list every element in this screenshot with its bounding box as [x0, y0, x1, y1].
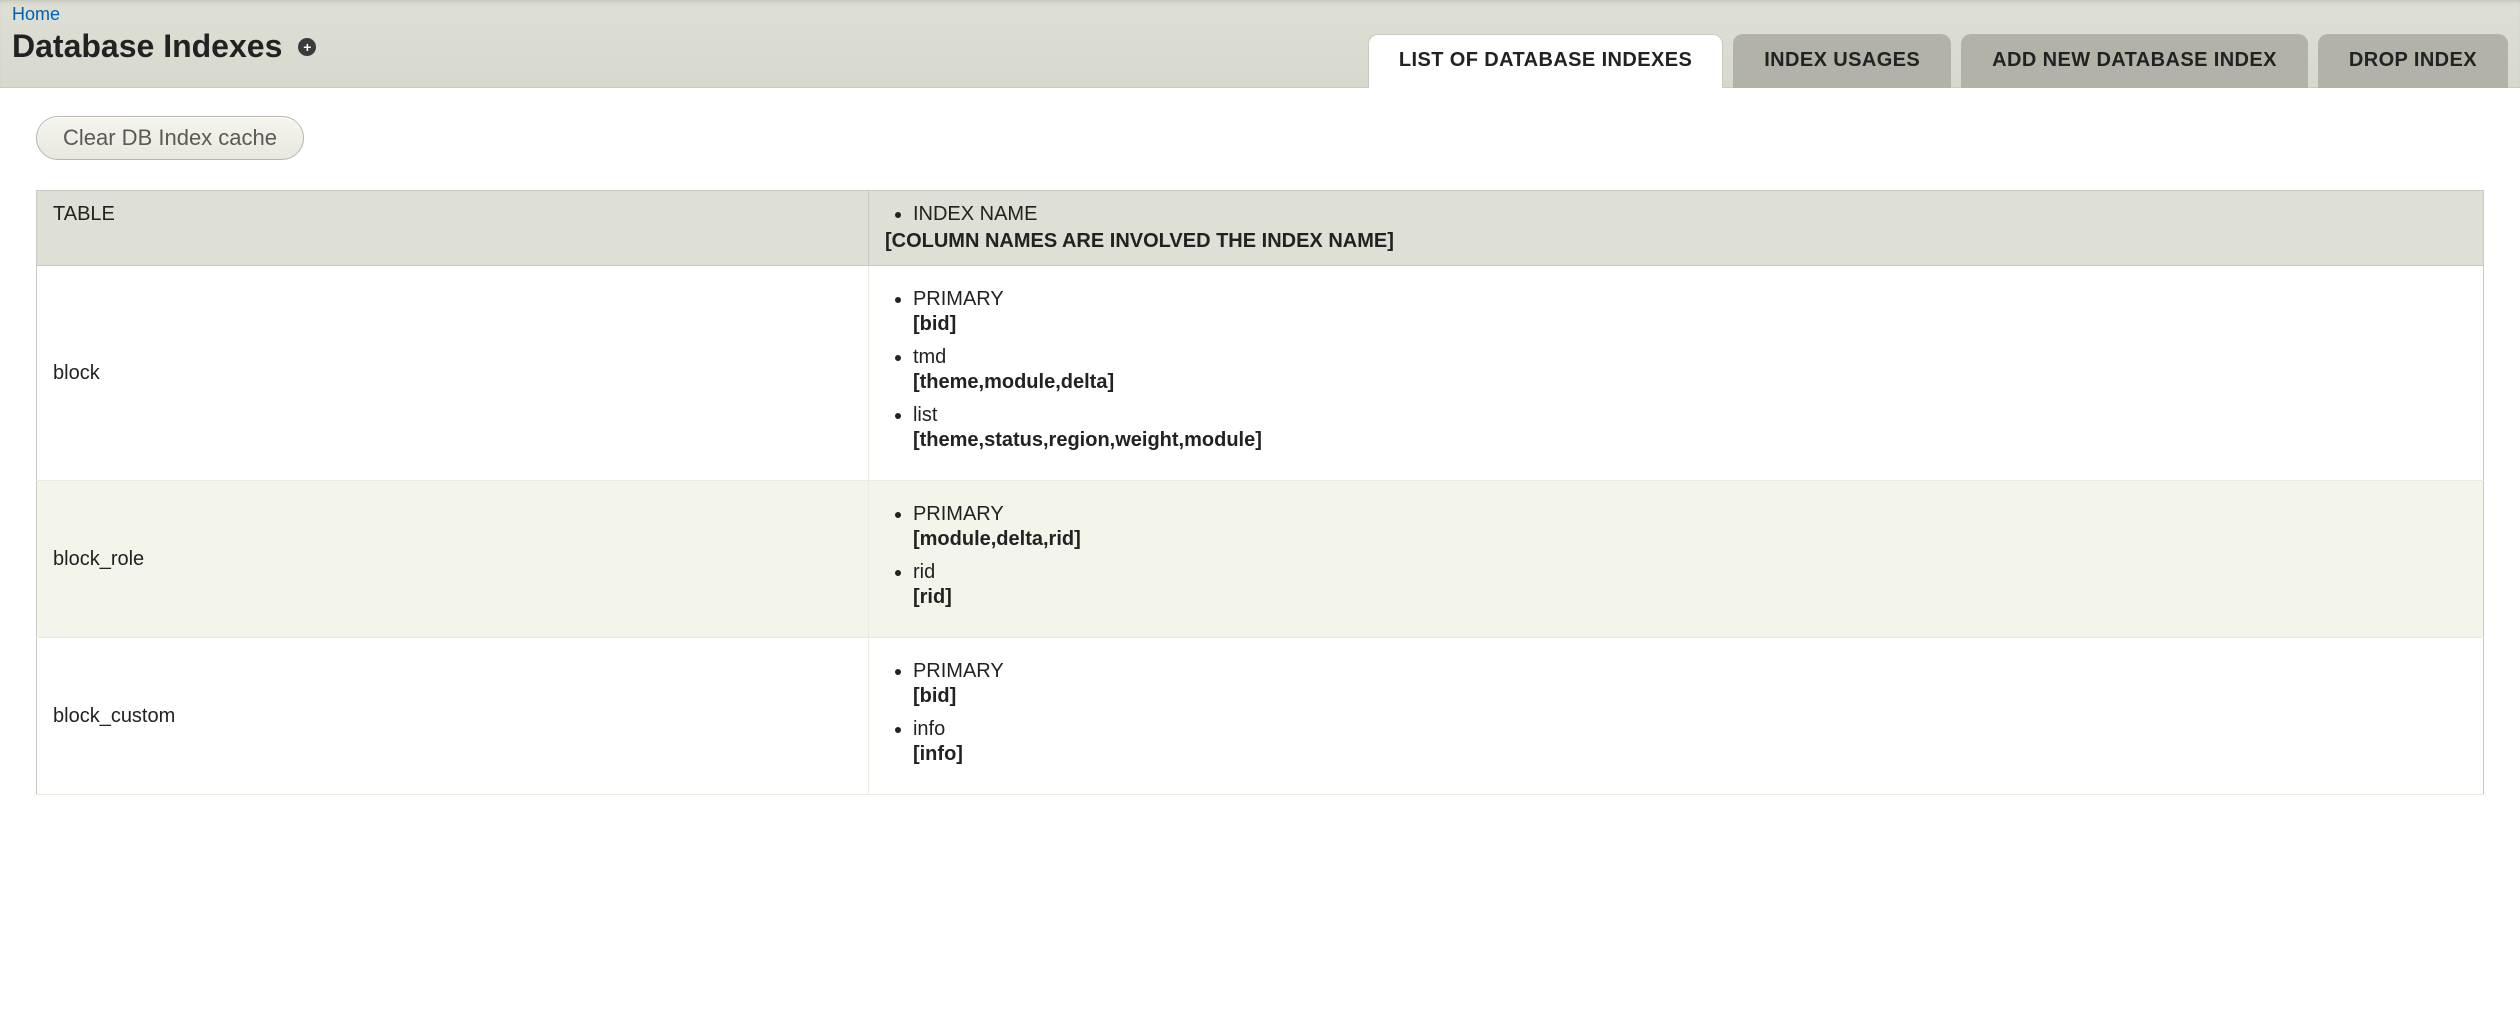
th-index-name: INDEX NAME [COLUMN NAMES ARE INVOLVED TH… — [868, 191, 2483, 266]
index-item: PRIMARY[bid] — [913, 660, 2467, 708]
table-row: block PRIMARY[bid] tmd[theme,module,delta]… — [37, 266, 2484, 481]
table-row: block_role PRIMARY[module,delta,rid] rid[r… — [37, 481, 2484, 638]
index-columns: [module,delta,rid] — [913, 528, 2467, 551]
content-area: Clear DB Index cache TABLE INDEX NAME [C… — [0, 88, 2520, 835]
cell-table-name: block — [37, 266, 869, 481]
th-index-name-sub: [COLUMN NAMES ARE INVOLVED THE INDEX NAM… — [885, 230, 2467, 253]
cell-index-list: PRIMARY[bid]tmd[theme,module,delta]list[… — [868, 266, 2483, 481]
index-name: PRIMARY — [913, 288, 2467, 311]
index-columns: [bid] — [913, 313, 2467, 336]
clear-cache-button[interactable]: Clear DB Index cache — [36, 116, 304, 160]
table-row: block_custom PRIMARY[bid] info[info] — [37, 638, 2484, 795]
index-list: PRIMARY[module,delta,rid] rid[rid] — [885, 503, 2467, 609]
tab-drop-index[interactable]: DROP INDEX — [2318, 34, 2508, 88]
page-title-text: Database Indexes — [12, 28, 282, 65]
breadcrumb-home-link[interactable]: Home — [12, 4, 60, 24]
index-columns: [bid] — [913, 685, 2467, 708]
tab-add-index[interactable]: ADD NEW DATABASE INDEX — [1961, 34, 2308, 88]
index-name: list — [913, 404, 2467, 427]
index-columns: [theme,status,region,weight,module] — [913, 429, 2467, 452]
index-item: info[info] — [913, 718, 2467, 766]
index-columns: [info] — [913, 743, 2467, 766]
index-name: PRIMARY — [913, 503, 2467, 526]
header-bar: Home Database Indexes + LIST OF DATABASE… — [0, 0, 2520, 88]
index-item: rid[rid] — [913, 561, 2467, 609]
index-name: info — [913, 718, 2467, 741]
cell-index-list: PRIMARY[module,delta,rid] rid[rid] — [868, 481, 2483, 638]
plus-icon[interactable]: + — [298, 38, 316, 56]
th-table: TABLE — [37, 191, 869, 266]
index-columns: [rid] — [913, 586, 2467, 609]
index-item: list[theme,status,region,weight,module] — [913, 404, 2467, 452]
index-name: PRIMARY — [913, 660, 2467, 683]
index-item: tmd[theme,module,delta] — [913, 346, 2467, 394]
indexes-table: TABLE INDEX NAME [COLUMN NAMES ARE INVOL… — [36, 190, 2484, 795]
index-name: rid — [913, 561, 2467, 584]
index-columns: [theme,module,delta] — [913, 371, 2467, 394]
index-item: PRIMARY[module,delta,rid] — [913, 503, 2467, 551]
index-item: PRIMARY[bid] — [913, 288, 2467, 336]
cell-index-list: PRIMARY[bid] info[info] — [868, 638, 2483, 795]
th-index-name-bullet: INDEX NAME — [913, 203, 2467, 226]
cell-table-name: block_role — [37, 481, 869, 638]
index-list: PRIMARY[bid]tmd[theme,module,delta]list[… — [885, 288, 2467, 452]
breadcrumb: Home — [12, 1, 2508, 26]
index-name: tmd — [913, 346, 2467, 369]
tab-list-of-indexes[interactable]: LIST OF DATABASE INDEXES — [1368, 34, 1723, 88]
tab-index-usages[interactable]: INDEX USAGES — [1733, 34, 1951, 88]
cell-table-name: block_custom — [37, 638, 869, 795]
index-list: PRIMARY[bid] info[info] — [885, 660, 2467, 766]
tab-strip: LIST OF DATABASE INDEXES INDEX USAGES AD… — [1368, 34, 2508, 88]
